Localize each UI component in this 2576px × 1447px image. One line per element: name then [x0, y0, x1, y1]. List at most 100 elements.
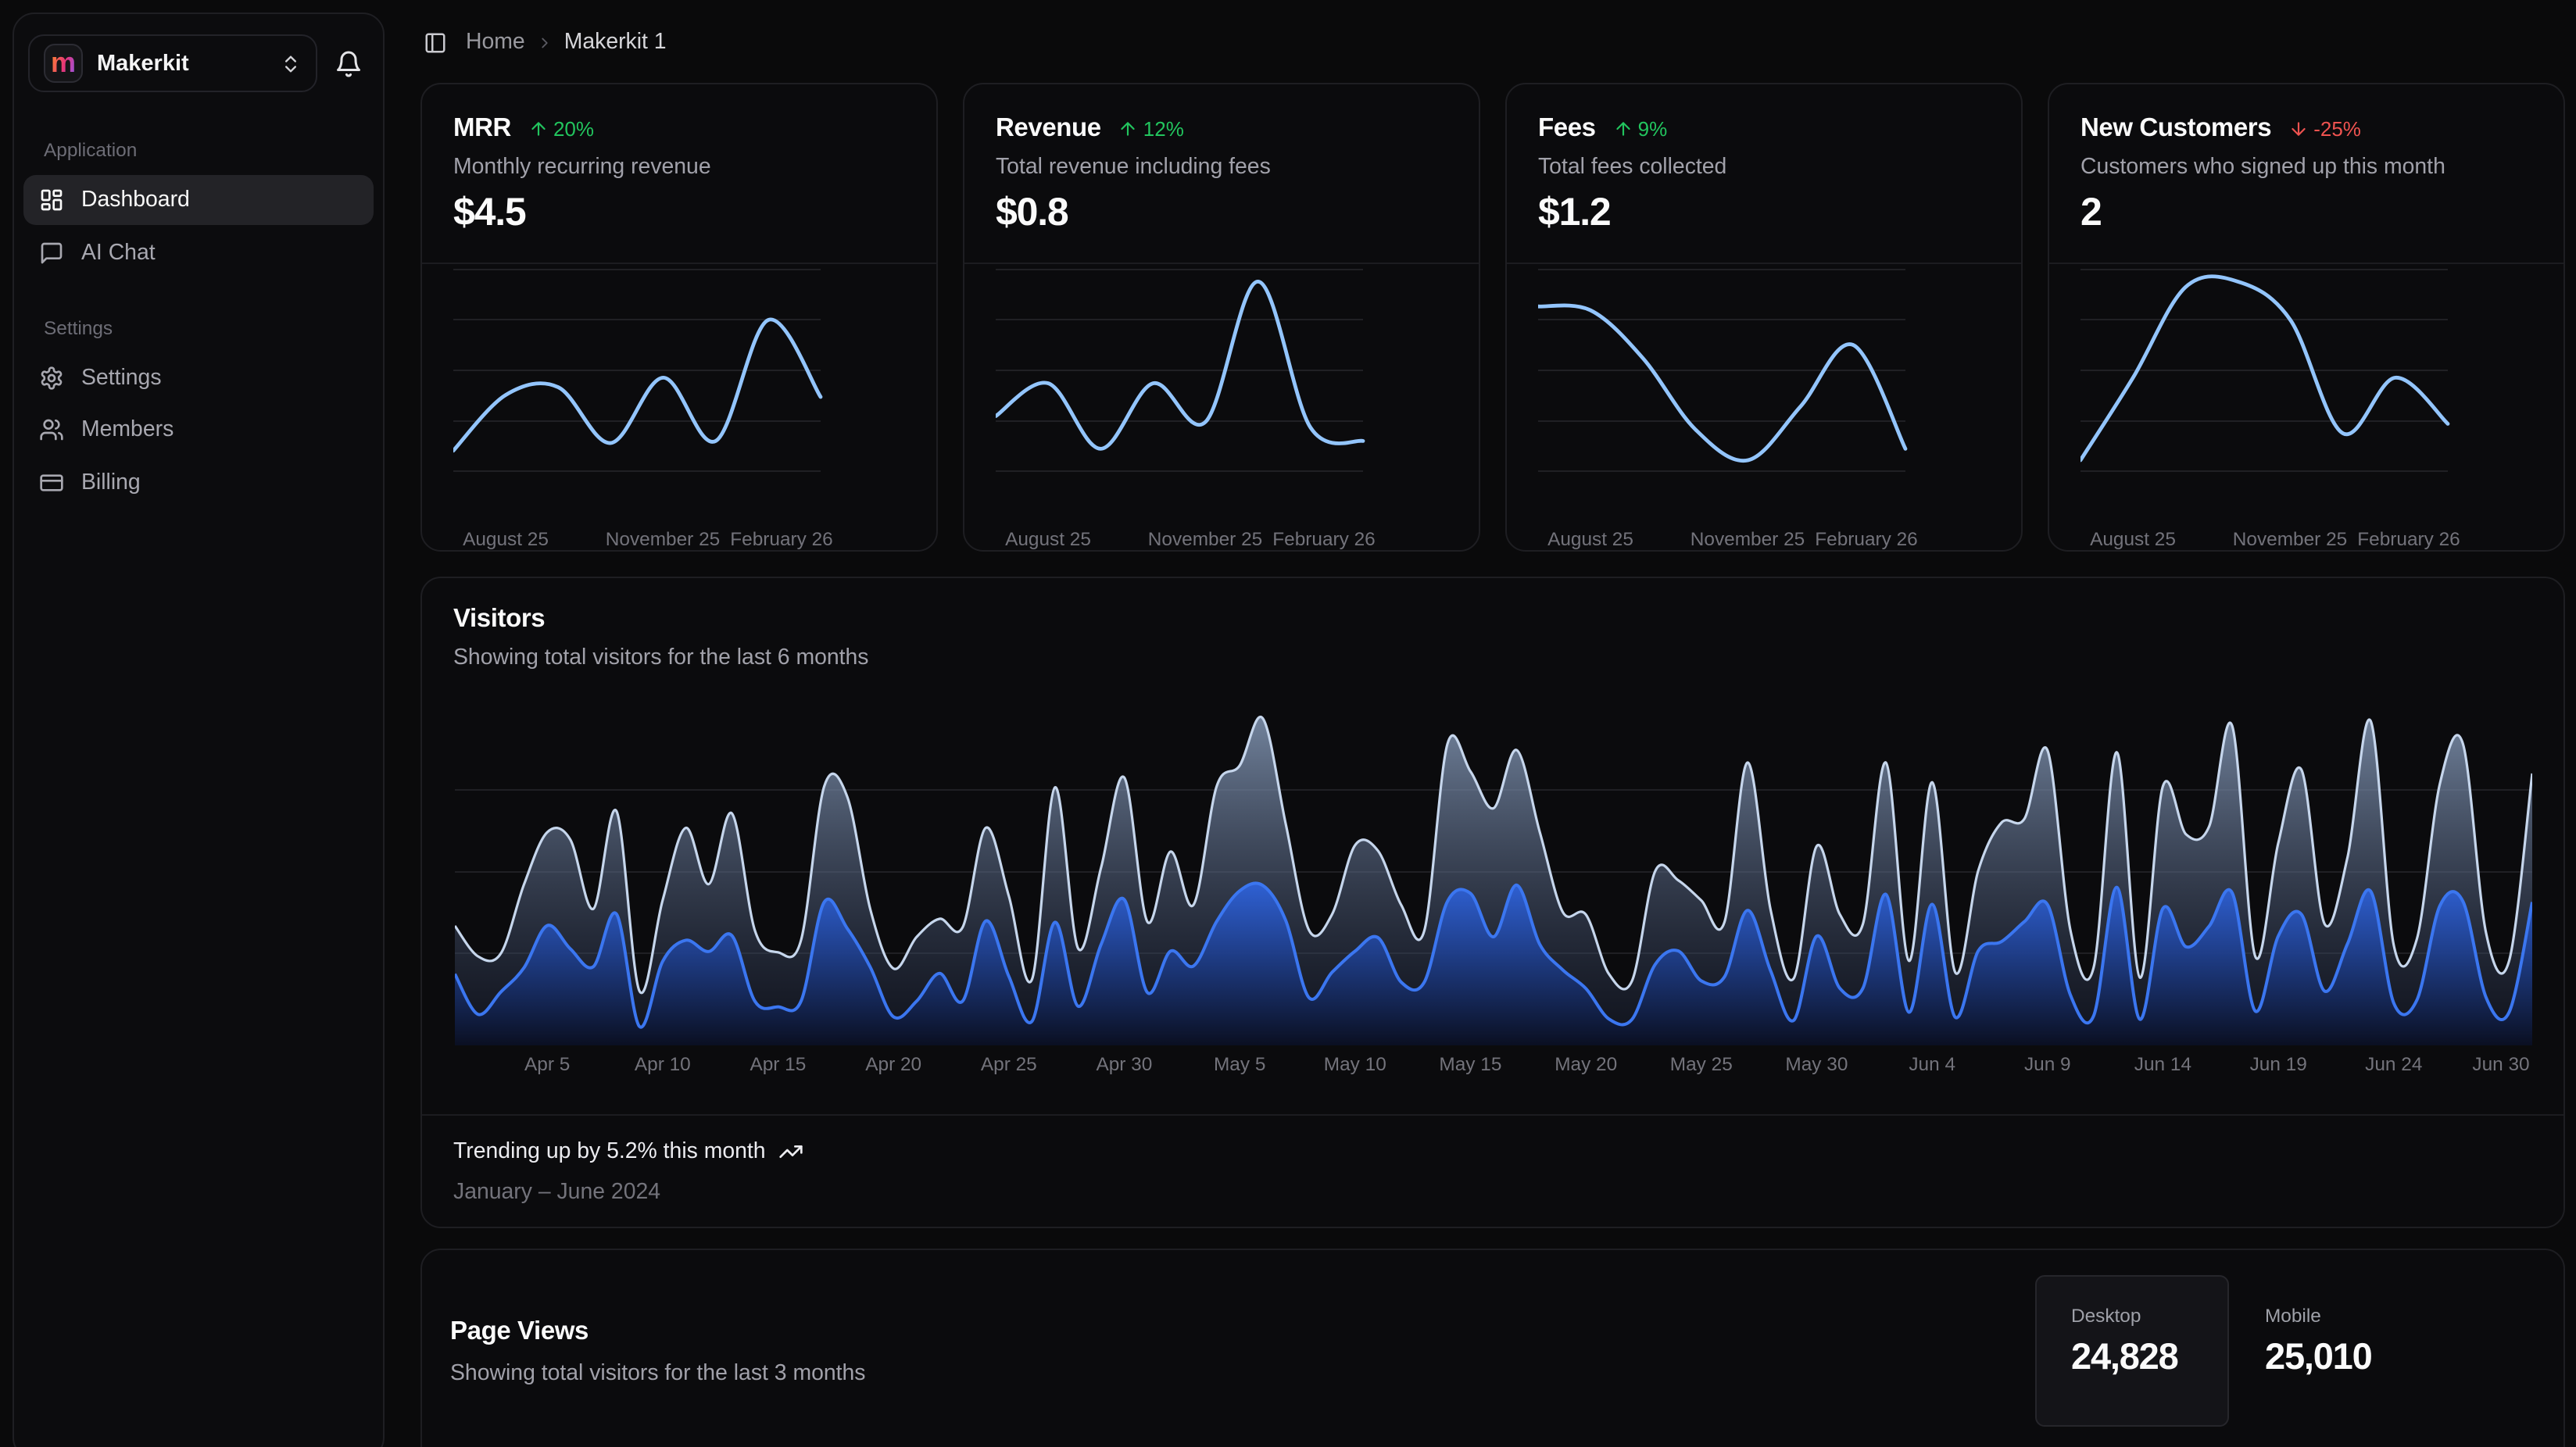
- sidebar: m Makerkit Application Dashboard: [13, 13, 385, 1447]
- svg-text:Jun 9: Jun 9: [2024, 1054, 2071, 1075]
- svg-text:May 25: May 25: [1670, 1054, 1733, 1075]
- sidebar-item-label: Settings: [81, 366, 162, 391]
- sidebar-item-ai-chat[interactable]: AI Chat: [23, 228, 374, 277]
- breadcrumb-current-page: Makerkit 1: [564, 30, 667, 55]
- sidebar-item-members[interactable]: Members: [23, 405, 374, 454]
- arrow-up-icon: [1118, 119, 1139, 139]
- svg-text:November 25: November 25: [1148, 529, 1262, 550]
- breadcrumb-home-link[interactable]: Home: [466, 30, 525, 55]
- svg-text:Apr 5: Apr 5: [524, 1054, 570, 1075]
- trend-badge-value: 12%: [1143, 117, 1184, 141]
- svg-text:May 15: May 15: [1439, 1054, 1501, 1075]
- svg-text:August 25: August 25: [1547, 529, 1633, 550]
- page-views-mobile-toggle[interactable]: Mobile 25,010: [2229, 1275, 2423, 1427]
- sidebar-toggle-button[interactable]: [424, 30, 447, 54]
- svg-text:February 26: February 26: [2357, 529, 2460, 550]
- stat-card-title: New Customers: [2080, 114, 2271, 144]
- toggle-label: Desktop: [2071, 1305, 2141, 1327]
- fees-sparkline-chart: August 25November 25February 26: [1538, 269, 1993, 550]
- card-divider: [422, 263, 936, 264]
- card-divider: [1507, 263, 2021, 264]
- sidebar-item-label: Members: [81, 417, 174, 442]
- stat-card-value: $1.2: [1538, 191, 1611, 236]
- svg-text:Jun 14: Jun 14: [2134, 1054, 2191, 1075]
- workspace-logo: m: [44, 44, 83, 83]
- sidebar-item-billing[interactable]: Billing: [23, 458, 374, 507]
- arrow-up-icon: [528, 119, 549, 139]
- stat-card-title: MRR: [453, 114, 511, 144]
- chevron-right-icon: [536, 34, 553, 51]
- stat-card-description: Total revenue including fees: [996, 155, 1271, 180]
- svg-text:Apr 15: Apr 15: [750, 1054, 806, 1075]
- credit-card-icon: [39, 470, 64, 495]
- stat-card-value: $0.8: [996, 191, 1068, 236]
- sidebar-item-settings[interactable]: Settings: [23, 353, 374, 402]
- sidebar-item-label: Billing: [81, 470, 141, 495]
- stat-card-new-customers: New Customers -25% Customers who signed …: [2048, 83, 2565, 552]
- visitors-footer-trend-text: Trending up by 5.2% this month: [453, 1139, 766, 1164]
- stat-card-revenue: Revenue 12% Total revenue including fees…: [963, 83, 1480, 552]
- notifications-button[interactable]: [325, 34, 372, 92]
- svg-text:November 25: November 25: [1690, 529, 1805, 550]
- visitors-footer-range: January – June 2024: [453, 1180, 660, 1205]
- trending-up-icon: [778, 1139, 803, 1164]
- stat-card-fees: Fees 9% Total fees collected $1.2 August…: [1505, 83, 2023, 552]
- workspace-name: Makerkit: [97, 51, 189, 76]
- svg-text:August 25: August 25: [463, 529, 549, 550]
- sidebar-section-application: Application: [44, 139, 137, 161]
- card-divider: [964, 263, 1479, 264]
- svg-text:August 25: August 25: [2090, 529, 2176, 550]
- svg-text:February 26: February 26: [730, 529, 833, 550]
- mrr-sparkline-chart: August 25 November 25 February 26: [453, 269, 908, 550]
- panel-left-icon: [424, 30, 447, 54]
- trend-badge: -25%: [2288, 117, 2361, 141]
- stat-card-value: $4.5: [453, 191, 526, 236]
- card-divider: [2049, 263, 2563, 264]
- visitors-subtitle: Showing total visitors for the last 6 mo…: [453, 645, 869, 670]
- visitors-footer: Trending up by 5.2% this month January –…: [422, 1114, 2563, 1227]
- page-views-desktop-toggle[interactable]: Desktop 24,828: [2035, 1275, 2229, 1427]
- arrow-up-icon: [1613, 119, 1633, 139]
- gear-icon: [39, 366, 64, 391]
- svg-text:May 30: May 30: [1785, 1054, 1848, 1075]
- trend-badge: 20%: [528, 117, 594, 141]
- visitors-area-chart: Apr 5Apr 10Apr 15Apr 20Apr 25Apr 30May 5…: [455, 705, 2532, 1088]
- svg-text:Jun 30: Jun 30: [2472, 1054, 2529, 1075]
- workspace-selector[interactable]: m Makerkit: [28, 34, 317, 92]
- sidebar-item-dashboard[interactable]: Dashboard: [23, 175, 374, 224]
- trend-badge-value: 20%: [553, 117, 594, 141]
- svg-text:Apr 10: Apr 10: [635, 1054, 691, 1075]
- svg-text:May 20: May 20: [1555, 1054, 1617, 1075]
- users-icon: [39, 417, 64, 442]
- bell-icon: [335, 49, 363, 77]
- svg-text:May 5: May 5: [1214, 1054, 1265, 1075]
- layout-dashboard-icon: [39, 188, 64, 213]
- svg-text:Jun 4: Jun 4: [1909, 1054, 1955, 1075]
- visitors-card: Visitors Showing total visitors for the …: [420, 577, 2565, 1228]
- arrow-down-icon: [2288, 119, 2309, 139]
- page-views-title: Page Views: [450, 1317, 589, 1347]
- sidebar-item-label: AI Chat: [81, 241, 156, 266]
- stat-card-value: 2: [2080, 191, 2102, 236]
- dashboard-page: m Makerkit Application Dashboard: [0, 0, 2576, 1447]
- breadcrumb: Home Makerkit 1: [424, 28, 667, 56]
- toggle-value: 25,010: [2265, 1336, 2372, 1378]
- svg-text:November 25: November 25: [606, 529, 720, 550]
- svg-text:Apr 25: Apr 25: [981, 1054, 1037, 1075]
- stat-card-description: Monthly recurring revenue: [453, 155, 711, 180]
- svg-text:May 10: May 10: [1324, 1054, 1386, 1075]
- svg-text:Apr 20: Apr 20: [865, 1054, 921, 1075]
- sidebar-section-settings: Settings: [44, 317, 113, 339]
- trend-badge-value: 9%: [1638, 117, 1668, 141]
- sidebar-item-label: Dashboard: [81, 188, 190, 213]
- svg-text:August 25: August 25: [1005, 529, 1091, 550]
- chevrons-up-down-icon: [280, 52, 302, 74]
- stat-card-description: Customers who signed up this month: [2080, 155, 2445, 180]
- visitors-title: Visitors: [453, 605, 545, 634]
- toggle-label: Mobile: [2265, 1305, 2321, 1327]
- revenue-sparkline-chart: August 25November 25February 26: [996, 269, 1451, 550]
- svg-text:Jun 19: Jun 19: [2250, 1054, 2307, 1075]
- trend-badge: 12%: [1118, 117, 1184, 141]
- svg-text:Jun 24: Jun 24: [2365, 1054, 2422, 1075]
- workspace-logo-letter: m: [51, 48, 76, 76]
